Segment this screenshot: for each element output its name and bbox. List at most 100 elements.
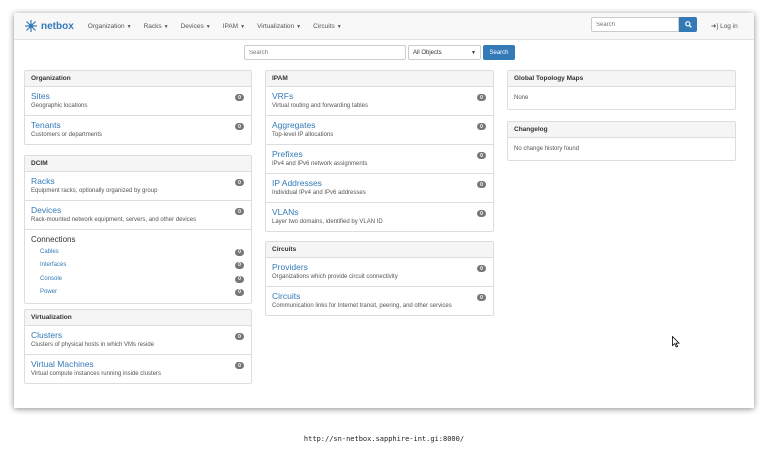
panel-heading: Circuits xyxy=(266,242,493,258)
item-description: IPv4 and IPv6 network assignments xyxy=(272,161,368,167)
sign-in-icon: ➜] xyxy=(711,23,719,30)
count-badge: 0 xyxy=(477,152,486,159)
link-sites[interactable]: Sites xyxy=(31,91,245,102)
search-icon xyxy=(684,21,692,28)
count-badge: 0 xyxy=(235,288,244,296)
link-vrfs[interactable]: VRFs xyxy=(272,91,487,102)
count-badge: 0 xyxy=(235,275,244,283)
count-badge: 0 xyxy=(477,265,486,272)
item-description: Organizations which provide circuit conn… xyxy=(272,274,398,280)
nav-ipam[interactable]: IPAM ▼ xyxy=(223,23,245,30)
caret-down-icon: ▼ xyxy=(126,23,132,30)
link-interfaces[interactable]: Interfaces xyxy=(40,262,66,268)
count-badge: 0 xyxy=(477,294,486,301)
navbar-search-button[interactable] xyxy=(679,17,697,32)
link-aggregates[interactable]: Aggregates xyxy=(272,120,487,131)
netbox-logo-icon xyxy=(25,20,37,32)
list-item: VLANs Layer two domains, identified by V… xyxy=(266,203,493,231)
search-button[interactable]: Search xyxy=(483,45,515,60)
caret-down-icon: ▼ xyxy=(471,49,476,56)
nav-devices[interactable]: Devices ▼ xyxy=(181,23,211,30)
panel-organization: Organization Sites Geographic locations … xyxy=(24,70,252,145)
sub-item-power: Power 0 xyxy=(31,286,245,299)
item-description: Rack-mounted network equipment, servers,… xyxy=(31,217,197,223)
link-providers[interactable]: Providers xyxy=(272,262,487,273)
login-link[interactable]: ➜] Log in xyxy=(711,22,738,30)
item-description: Geographic locations xyxy=(31,103,88,109)
panel-heading: DCIM xyxy=(25,156,251,172)
panel-changelog: Changelog No change history found xyxy=(507,121,736,161)
link-devices[interactable]: Devices xyxy=(31,205,245,216)
panel-heading: Global Topology Maps xyxy=(508,71,735,87)
nav-label: Organization xyxy=(87,22,125,30)
link-circuits[interactable]: Circuits xyxy=(272,291,487,302)
object-type-select[interactable]: All Objects ▼ xyxy=(408,45,481,60)
link-console[interactable]: Console xyxy=(40,276,62,282)
list-item: VRFs Virtual routing and forwarding tabl… xyxy=(266,87,493,116)
connections-group: Connections Cables 0 Interfaces 0 Consol… xyxy=(25,230,251,303)
nav-organization[interactable]: Organization ▼ xyxy=(88,23,132,30)
item-description: Top-level IP allocations xyxy=(272,132,334,138)
nav-label: IPAM xyxy=(222,22,239,30)
login-label: Log in xyxy=(720,23,738,30)
panel-circuits: Circuits Providers Organizations which p… xyxy=(265,241,494,316)
link-virtual-machines[interactable]: Virtual Machines xyxy=(31,359,245,370)
link-racks[interactable]: Racks xyxy=(31,176,245,187)
link-cables[interactable]: Cables xyxy=(40,249,59,255)
link-ip-addresses[interactable]: IP Addresses xyxy=(272,178,487,189)
link-prefixes[interactable]: Prefixes xyxy=(272,149,487,160)
nav-label: Devices xyxy=(180,22,204,30)
empty-text: None xyxy=(514,95,529,101)
sub-item-cables: Cables 0 xyxy=(31,246,245,259)
link-power[interactable]: Power xyxy=(40,289,57,295)
list-item: Providers Organizations which provide ci… xyxy=(266,258,493,287)
panel-topology-maps: Global Topology Maps None xyxy=(507,70,736,110)
item-description: Virtual compute instances running inside… xyxy=(31,371,161,377)
count-badge: 0 xyxy=(235,94,244,101)
caret-down-icon: ▼ xyxy=(205,23,211,30)
count-badge: 0 xyxy=(235,179,244,186)
link-vlans[interactable]: VLANs xyxy=(272,207,487,218)
mouse-cursor-icon xyxy=(672,336,680,348)
link-clusters[interactable]: Clusters xyxy=(31,330,245,341)
connections-heading: Connections xyxy=(31,235,76,244)
empty-text: No change history found xyxy=(514,146,580,152)
panel-heading: Virtualization xyxy=(25,310,251,326)
item-description: Clusters of physical hosts in which VMs … xyxy=(31,342,155,348)
top-navbar: netbox Organization ▼ Racks ▼ Devices ▼ IPA… xyxy=(14,13,754,40)
navbar-search-input[interactable] xyxy=(591,17,679,32)
panel-heading: IPAM xyxy=(266,71,493,87)
nav-label: Racks xyxy=(143,22,162,30)
nav-circuits[interactable]: Circuits ▼ xyxy=(313,23,342,30)
item-description: Communication links for Internet transit… xyxy=(272,303,452,309)
panel-ipam: IPAM VRFs Virtual routing and forwarding… xyxy=(265,70,494,232)
panel-heading: Organization xyxy=(25,71,251,87)
link-tenants[interactable]: Tenants xyxy=(31,120,245,131)
count-badge: 0 xyxy=(235,123,244,130)
nav-label: Virtualization xyxy=(257,22,295,30)
brand-name: netbox xyxy=(41,20,74,32)
caret-down-icon: ▼ xyxy=(240,23,246,30)
count-badge: 0 xyxy=(235,362,244,369)
list-item: Devices Rack-mounted network equipment, … xyxy=(25,201,251,230)
panel-virtualization: Virtualization Clusters Clusters of phys… xyxy=(24,309,252,384)
caret-down-icon: ▼ xyxy=(336,23,342,30)
brand-logo[interactable]: netbox xyxy=(24,19,74,33)
count-badge: 0 xyxy=(235,249,244,256)
caret-down-icon: ▼ xyxy=(163,23,169,30)
count-badge: 0 xyxy=(477,94,486,101)
count-badge: 0 xyxy=(477,123,486,130)
list-item: Virtual Machines Virtual compute instanc… xyxy=(25,355,251,383)
nav-virtualization[interactable]: Virtualization ▼ xyxy=(257,23,301,30)
count-badge: 0 xyxy=(477,210,486,217)
nav-racks[interactable]: Racks ▼ xyxy=(144,23,169,30)
count-badge: 0 xyxy=(235,208,244,215)
search-input[interactable] xyxy=(244,45,406,60)
status-url: http://sn-netbox.sapphire-int.gi:8000/ xyxy=(303,435,465,443)
item-description: Virtual routing and forwarding tables xyxy=(272,103,368,109)
list-item: Tenants Customers or departments 0 xyxy=(25,116,251,144)
list-item: Circuits Communication links for Interne… xyxy=(266,287,493,315)
browser-window: netbox Organization ▼ Racks ▼ Devices ▼ IPA… xyxy=(14,13,754,408)
item-description: Customers or departments xyxy=(31,132,103,138)
select-value: All Objects xyxy=(413,49,442,56)
